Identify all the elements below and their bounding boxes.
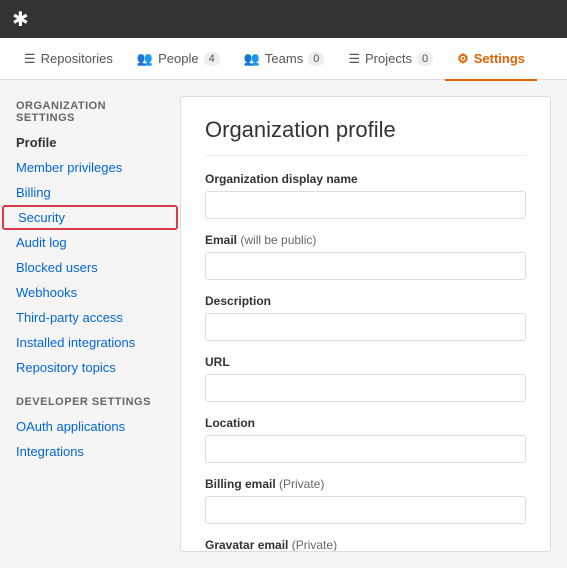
tab-repositories[interactable]: ☰ Repositories	[12, 39, 125, 81]
main-layout: Organization settings Profile Member pri…	[0, 80, 567, 568]
label-billing-email: Billing email (Private)	[205, 477, 526, 491]
projects-icon: ☰	[348, 51, 360, 67]
tab-teams-label: Teams	[265, 51, 303, 66]
label-url: URL	[205, 355, 526, 369]
sidebar-item-integrations[interactable]: Integrations	[0, 439, 180, 464]
form-group-gravatar-email: Gravatar email (Private)	[205, 538, 526, 552]
sidebar-item-audit-log[interactable]: Audit log	[0, 230, 180, 255]
teams-icon: 👥	[244, 51, 260, 67]
sidebar-item-security[interactable]: Security	[2, 205, 178, 230]
header: ✱	[0, 0, 567, 38]
tab-projects[interactable]: ☰ Projects 0	[336, 39, 445, 81]
tab-teams[interactable]: 👥 Teams 0	[232, 39, 337, 81]
tab-repositories-label: Repositories	[41, 51, 113, 66]
form-group-email: Email (will be public)	[205, 233, 526, 280]
sidebar: Organization settings Profile Member pri…	[0, 80, 180, 568]
label-description: Description	[205, 294, 526, 308]
form-group-url: URL	[205, 355, 526, 402]
form-group-billing-email: Billing email (Private)	[205, 477, 526, 524]
tab-people-label: People	[158, 51, 198, 66]
nav-tabs: ☰ Repositories 👥 People 4 👥 Teams 0 ☰ Pr…	[0, 38, 567, 80]
sidebar-item-installed-integrations[interactable]: Installed integrations	[0, 330, 180, 355]
people-icon: 👥	[137, 51, 153, 67]
input-billing-email[interactable]	[205, 496, 526, 524]
dev-settings-section-title: Developer settings	[0, 392, 180, 414]
people-badge: 4	[204, 52, 220, 66]
content-area: Organization profile Organization displa…	[180, 96, 551, 552]
github-logo-icon: ✱	[12, 7, 29, 32]
sidebar-item-profile[interactable]: Profile	[0, 130, 180, 155]
label-display-name: Organization display name	[205, 172, 526, 186]
sidebar-item-blocked-users[interactable]: Blocked users	[0, 255, 180, 280]
settings-icon: ⚙	[457, 51, 469, 67]
form-group-description: Description	[205, 294, 526, 341]
projects-badge: 0	[417, 52, 433, 66]
label-location: Location	[205, 416, 526, 430]
page-title: Organization profile	[205, 117, 526, 156]
input-display-name[interactable]	[205, 191, 526, 219]
form-group-location: Location	[205, 416, 526, 463]
input-url[interactable]	[205, 374, 526, 402]
tab-people[interactable]: 👥 People 4	[125, 39, 232, 81]
teams-badge: 0	[308, 52, 324, 66]
sidebar-item-member-privileges[interactable]: Member privileges	[0, 155, 180, 180]
input-description[interactable]	[205, 313, 526, 341]
input-location[interactable]	[205, 435, 526, 463]
tab-settings-label: Settings	[474, 51, 525, 66]
repo-icon: ☰	[24, 51, 36, 67]
sidebar-item-webhooks[interactable]: Webhooks	[0, 280, 180, 305]
form-group-display-name: Organization display name	[205, 172, 526, 219]
org-settings-section-title: Organization settings	[0, 96, 180, 130]
label-email: Email (will be public)	[205, 233, 526, 247]
input-email[interactable]	[205, 252, 526, 280]
label-gravatar-email: Gravatar email (Private)	[205, 538, 526, 552]
tab-settings[interactable]: ⚙ Settings	[445, 39, 537, 81]
sidebar-item-third-party-access[interactable]: Third-party access	[0, 305, 180, 330]
tab-projects-label: Projects	[365, 51, 412, 66]
sidebar-item-repository-topics[interactable]: Repository topics	[0, 355, 180, 380]
sidebar-item-oauth-applications[interactable]: OAuth applications	[0, 414, 180, 439]
sidebar-item-billing[interactable]: Billing	[0, 180, 180, 205]
